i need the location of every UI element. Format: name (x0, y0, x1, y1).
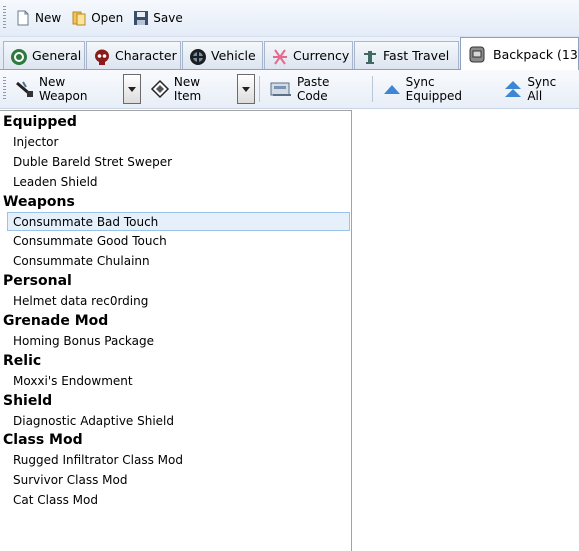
new-item-label: New Item (173, 75, 202, 103)
tree-item[interactable]: Injector (0, 132, 364, 152)
toolbar-grip[interactable] (3, 6, 6, 30)
toolbar-separator (258, 76, 260, 102)
tab-vehicle[interactable]: Vehicle (182, 41, 263, 69)
tree-item-label: Diagnostic Adaptive Shield (13, 413, 175, 428)
main-toolbar: New Open Save (0, 0, 579, 37)
tree-category-label: Grenade Mod (3, 313, 109, 329)
tree-item[interactable]: Helmet data rec0rding (0, 291, 364, 311)
tree-item-label: Leaden Shield (13, 174, 98, 189)
tree-item-label: Duble Bareld Stret Sweper (13, 154, 173, 169)
tree-category-header[interactable]: Class Mod (0, 430, 354, 450)
tree-item[interactable]: Duble Bareld Stret Sweper (0, 152, 364, 172)
tree-item-label: Consummate Good Touch (13, 234, 167, 249)
save-disk-icon (133, 10, 149, 26)
new-weapon-label: New Weapon (38, 75, 88, 103)
tree-category-label: Shield (3, 392, 53, 409)
new-weapon-dropdown[interactable] (123, 74, 141, 104)
new-item-button[interactable]: New Item (145, 75, 235, 103)
tab-backpack-label: Backpack (13) (493, 46, 579, 62)
tree-category-label: Relic (3, 352, 42, 369)
new-button-label: New (35, 11, 62, 25)
item-toolbar-grip[interactable] (3, 77, 6, 101)
skull-icon (93, 48, 109, 65)
open-folder-icon (71, 10, 87, 26)
sync-equipped-icon (382, 81, 402, 97)
new-item-dropdown[interactable] (237, 74, 255, 104)
tab-general-label: General (32, 48, 82, 63)
backpack-tree[interactable]: Equipped Injector Duble Bareld Stret Swepe… (0, 110, 352, 551)
currency-icon (271, 48, 287, 65)
tree-item-label: Survivor Class Mod (13, 473, 128, 488)
tab-currency-label: Currency (293, 48, 350, 63)
tab-currency[interactable]: Currency (264, 41, 353, 69)
sync-all-icon (503, 79, 523, 99)
tree-item-label: Injector (13, 134, 59, 149)
backpack-icon (467, 44, 487, 64)
tree-item[interactable]: Consummate Good Touch (0, 231, 364, 251)
tree-item-label: Rugged Infiltrator Class Mod (13, 453, 183, 468)
vehicle-icon (189, 48, 206, 65)
tree-item-label: Homing Bonus Package (13, 333, 155, 348)
tab-fast-travel-label: Fast Travel (383, 48, 450, 63)
sync-equipped-label: Sync Equipped (405, 75, 463, 103)
tree-item[interactable]: Consummate Bad Touch (0, 211, 364, 232)
new-weapon-button[interactable]: New Weapon (10, 75, 121, 103)
tree-category-header[interactable]: Shield (0, 391, 354, 411)
tree-category-header[interactable]: Weapons (0, 192, 354, 212)
new-button[interactable]: New (10, 6, 66, 30)
tree-item[interactable]: Consummate Chulainn (0, 251, 364, 271)
paste-code-button[interactable]: Paste Code (264, 75, 368, 103)
chevron-down-icon (242, 86, 251, 92)
tab-character[interactable]: Character (86, 41, 181, 69)
fast-travel-icon (361, 48, 377, 64)
tree-item-label: Helmet data rec0rding (13, 294, 149, 309)
tree-item-label: Moxxi's Endowment (13, 373, 133, 388)
tree-category-label: Class Mod (3, 432, 83, 449)
tree-category-label: Personal (3, 273, 72, 290)
paste-code-icon (269, 79, 293, 99)
tab-general[interactable]: General (3, 41, 85, 69)
toolbar-separator (371, 76, 373, 102)
tree-category-label: Weapons (3, 193, 75, 210)
tab-vehicle-label: Vehicle (211, 48, 256, 63)
tree-item[interactable]: Leaden Shield (0, 172, 364, 192)
tree-category-header[interactable]: Personal (0, 271, 354, 291)
tree-item[interactable]: Survivor Class Mod (0, 470, 364, 490)
sync-equipped-button[interactable]: Sync Equipped (377, 75, 499, 103)
tree-item[interactable]: Rugged Infiltrator Class Mod (0, 450, 364, 470)
tree-category-header[interactable]: Relic (0, 351, 354, 371)
tree-item[interactable]: Moxxi's Endowment (0, 371, 364, 391)
sync-all-label: Sync All (527, 75, 557, 103)
tree-item-label: Consummate Chulainn (13, 254, 150, 269)
tree-category-header[interactable]: Grenade Mod (0, 311, 354, 331)
chevron-down-icon (128, 86, 136, 92)
open-button[interactable]: Open (66, 6, 128, 30)
tree-item-label: Consummate Bad Touch (13, 214, 159, 229)
tab-backpack[interactable]: Backpack (13) (460, 37, 579, 70)
save-button-label: Save (153, 11, 183, 25)
tab-fast-travel[interactable]: Fast Travel (354, 41, 459, 69)
tree-category-label: Equipped (3, 114, 77, 130)
tree-category-header[interactable]: Equipped (0, 112, 354, 132)
tree-item-label: Cat Class Mod (13, 493, 98, 508)
new-item-icon (150, 79, 170, 99)
general-icon (10, 48, 27, 65)
new-weapon-icon (15, 79, 35, 99)
paste-code-label: Paste Code (296, 75, 330, 103)
item-toolbar: New Weapon New Item Paste Code Sync Equi… (0, 70, 579, 109)
save-button[interactable]: Save (128, 6, 187, 30)
tab-character-label: Character (115, 48, 177, 63)
open-button-label: Open (91, 11, 124, 25)
tab-strip: General Character Vehicle Currency Fast … (0, 37, 579, 70)
new-file-icon (15, 10, 31, 26)
tree-item[interactable]: Homing Bonus Package (0, 331, 364, 351)
tree-item[interactable]: Diagnostic Adaptive Shield (0, 411, 364, 431)
sync-all-button[interactable]: Sync All (498, 75, 579, 103)
tree-item[interactable]: Cat Class Mod (0, 490, 364, 510)
